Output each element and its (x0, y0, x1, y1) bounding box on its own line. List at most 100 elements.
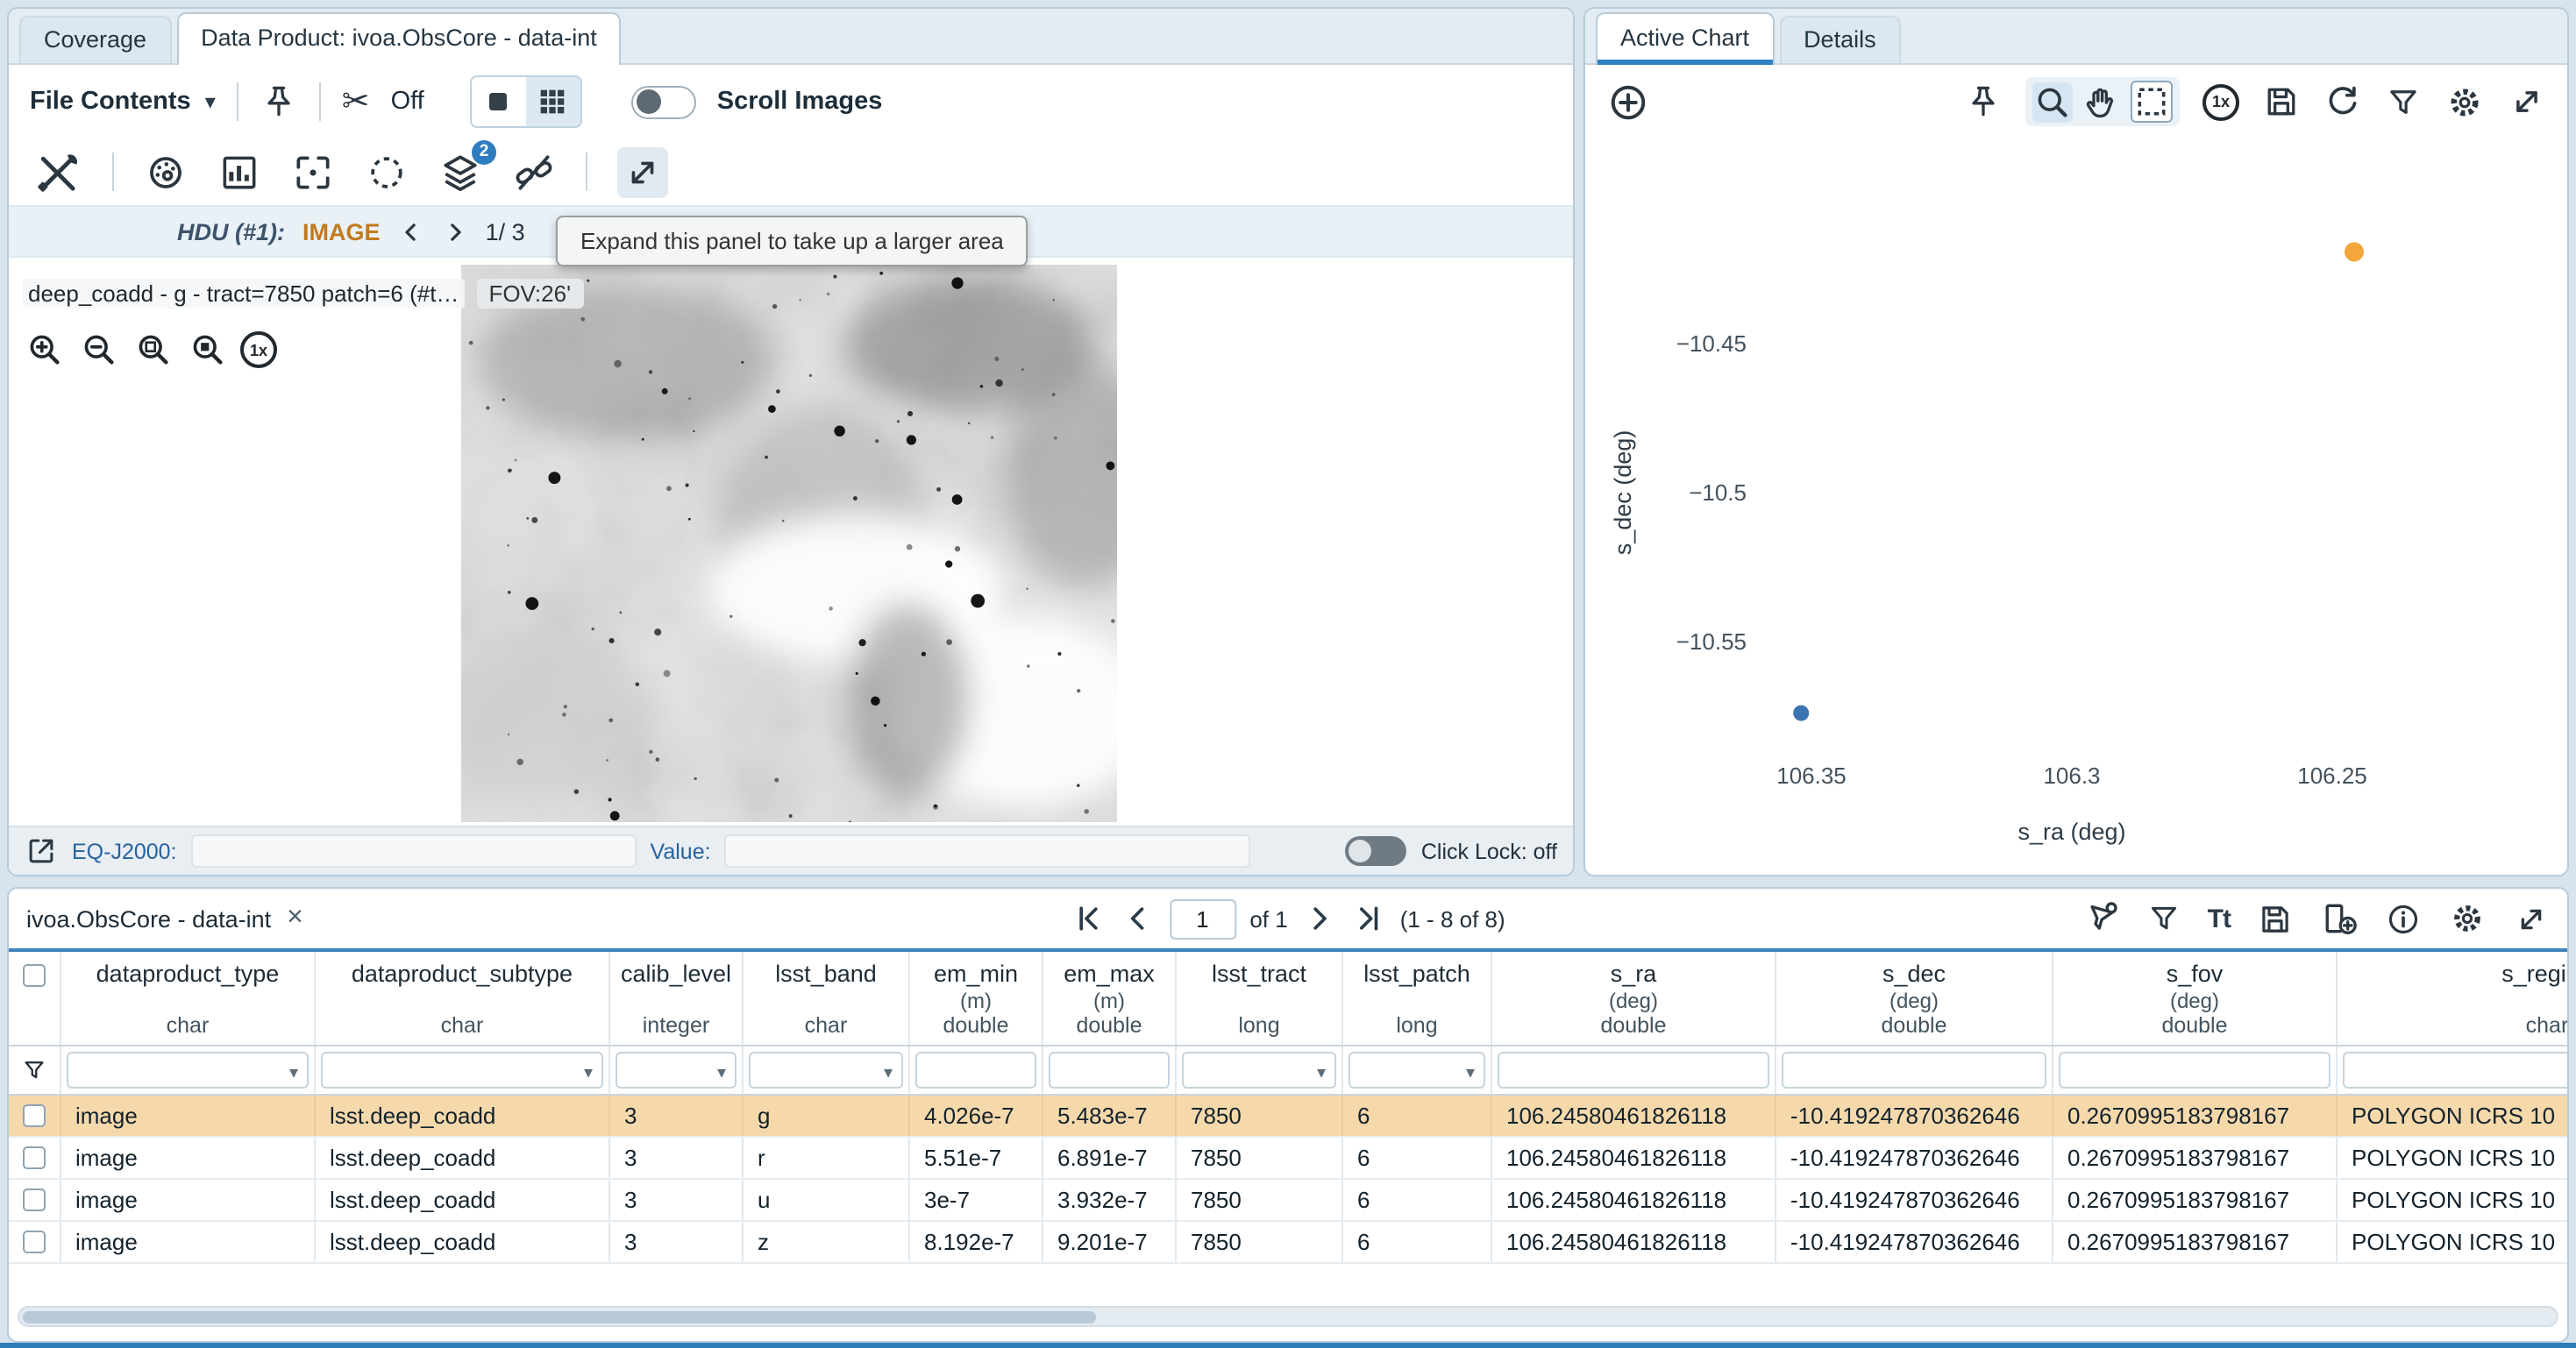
expand-panel-button[interactable] (617, 146, 668, 197)
last-page-button[interactable] (1351, 901, 1386, 936)
filter-input-s_region[interactable] (2343, 1052, 2567, 1089)
filter-input-s_ra[interactable] (1498, 1052, 1769, 1089)
cell-s_region[interactable]: POLYGON ICRS 10 (2338, 1096, 2567, 1136)
cell-dataproduct_subtype[interactable]: lsst.deep_coadd (316, 1222, 610, 1262)
column-header-s_region[interactable]: s_region char (2338, 952, 2567, 1045)
row-checkbox[interactable] (23, 1231, 46, 1253)
zoom-fit-button[interactable] (132, 328, 175, 372)
cell-lsst_tract[interactable]: 7850 (1177, 1138, 1343, 1178)
cell-dataproduct_type[interactable]: image (61, 1180, 316, 1220)
table-row[interactable]: imagelsst.deep_coadd3z8.192e-79.201e-778… (9, 1222, 2567, 1264)
cell-em_min[interactable]: 8.192e-7 (910, 1222, 1043, 1262)
filter-input-dataproduct_subtype[interactable] (321, 1052, 603, 1089)
zoom-reset-button[interactable]: 1x (240, 331, 277, 368)
cell-s_fov[interactable]: 0.2670995183798167 (2053, 1096, 2338, 1136)
pin-chart-button[interactable] (1964, 82, 2003, 121)
zoom-out-button[interactable] (77, 328, 121, 372)
cell-s_dec[interactable]: -10.419247870362646 (1776, 1138, 2053, 1178)
filter-input-lsst_patch[interactable] (1348, 1052, 1485, 1089)
cell-lsst_band[interactable]: r (744, 1138, 910, 1178)
cell-lsst_tract[interactable]: 7850 (1177, 1096, 1343, 1136)
cell-s_fov[interactable]: 0.2670995183798167 (2053, 1138, 2338, 1178)
zoom-in-button[interactable] (23, 328, 67, 372)
wcs-unlock-button[interactable] (512, 150, 556, 194)
chart-zoom-button[interactable] (2032, 82, 2073, 122)
cell-calib_level[interactable]: 3 (610, 1180, 744, 1220)
column-header-em_max[interactable]: em_max(m)double (1043, 952, 1177, 1045)
cell-lsst_patch[interactable]: 6 (1343, 1138, 1492, 1178)
cell-em_max[interactable]: 3.932e-7 (1043, 1180, 1177, 1220)
filter-input-lsst_tract[interactable] (1182, 1052, 1336, 1089)
cell-lsst_band[interactable]: z (744, 1222, 910, 1262)
table-settings-button[interactable] (2448, 899, 2487, 938)
chart-save-button[interactable] (2262, 82, 2301, 121)
cell-lsst_tract[interactable]: 7850 (1177, 1222, 1343, 1262)
row-checkbox[interactable] (23, 1146, 46, 1169)
fits-image[interactable] (461, 265, 1117, 822)
column-header-dataproduct_type[interactable]: dataproduct_type char (61, 952, 316, 1045)
scatter-chart[interactable]: 106.35106.3106.25−10.45−10.5−10.55s_ra (… (1585, 138, 2567, 875)
cell-lsst_band[interactable]: g (744, 1096, 910, 1136)
column-header-lsst_band[interactable]: lsst_band char (744, 952, 910, 1045)
first-page-button[interactable] (1071, 901, 1106, 936)
select-all-checkbox[interactable] (23, 964, 46, 987)
chart-pan-button[interactable] (2081, 82, 2122, 122)
cell-s_dec[interactable]: -10.419247870362646 (1776, 1222, 2053, 1262)
column-header-lsst_tract[interactable]: lsst_tract long (1177, 952, 1343, 1045)
tab-data-product[interactable]: Data Product: ivoa.ObsCore - data-int (176, 12, 622, 65)
cell-dataproduct_type[interactable]: image (61, 1138, 316, 1178)
column-header-lsst_patch[interactable]: lsst_patch long (1343, 952, 1492, 1045)
table-filter-button[interactable] (2146, 901, 2181, 936)
row-checkbox[interactable] (23, 1188, 46, 1211)
cell-em_max[interactable]: 5.483e-7 (1043, 1096, 1177, 1136)
chart-settings-button[interactable] (2444, 82, 2485, 122)
zoom-fill-button[interactable] (186, 328, 230, 372)
cell-lsst_band[interactable]: u (744, 1180, 910, 1220)
cell-s_ra[interactable]: 106.24580461826118 (1492, 1180, 1776, 1220)
filter-input-dataproduct_type[interactable] (67, 1052, 309, 1089)
cell-s_dec[interactable]: -10.419247870362646 (1776, 1180, 2053, 1220)
data-point[interactable] (1793, 706, 1809, 721)
chart-filter-button[interactable] (2385, 83, 2422, 120)
filter-input-em_min[interactable] (915, 1052, 1036, 1089)
chart-select-button[interactable] (2131, 81, 2173, 123)
next-page-button[interactable] (1302, 901, 1337, 936)
filter-advanced-button[interactable] (2081, 899, 2120, 938)
stretch-histogram-button[interactable] (217, 150, 261, 194)
cell-lsst_tract[interactable]: 7850 (1177, 1180, 1343, 1220)
cell-lsst_patch[interactable]: 6 (1343, 1222, 1492, 1262)
text-view-button[interactable]: Tt (2208, 904, 2231, 933)
table-tab[interactable]: ivoa.ObsCore - data-int × (26, 905, 303, 933)
expand-chart-button[interactable] (2508, 82, 2546, 121)
prev-page-button[interactable] (1120, 901, 1155, 936)
cell-s_fov[interactable]: 0.2670995183798167 (2053, 1180, 2338, 1220)
column-header-calib_level[interactable]: calib_level integer (610, 952, 744, 1045)
cell-calib_level[interactable]: 3 (610, 1138, 744, 1178)
cell-em_max[interactable]: 9.201e-7 (1043, 1222, 1177, 1262)
image-tools-button[interactable] (32, 146, 82, 197)
prev-hdu-button[interactable] (398, 218, 424, 245)
cell-s_fov[interactable]: 0.2670995183798167 (2053, 1222, 2338, 1262)
table-save-button[interactable] (2257, 900, 2294, 937)
cell-lsst_patch[interactable]: 6 (1343, 1096, 1492, 1136)
close-icon[interactable]: × (287, 905, 303, 933)
cell-s_ra[interactable]: 106.24580461826118 (1492, 1222, 1776, 1262)
cell-calib_level[interactable]: 3 (610, 1222, 744, 1262)
column-header-s_fov[interactable]: s_fov(deg)double (2053, 952, 2338, 1045)
data-point[interactable] (2345, 242, 2364, 261)
cell-em_max[interactable]: 6.891e-7 (1043, 1138, 1177, 1178)
file-contents-dropdown[interactable]: File Contents (30, 88, 216, 116)
scroll-images-toggle[interactable] (631, 85, 696, 118)
table-row[interactable]: imagelsst.deep_coadd3u3e-73.932e-7785061… (9, 1180, 2567, 1222)
filter-input-em_max[interactable] (1049, 1052, 1170, 1089)
cell-dataproduct_subtype[interactable]: lsst.deep_coadd (316, 1096, 610, 1136)
cell-s_ra[interactable]: 106.24580461826118 (1492, 1096, 1776, 1136)
cell-s_region[interactable]: POLYGON ICRS 10 (2338, 1180, 2567, 1220)
cell-em_min[interactable]: 4.026e-7 (910, 1096, 1043, 1136)
column-header-dataproduct_subtype[interactable]: dataproduct_subtype char (316, 952, 610, 1045)
tab-details[interactable]: Details (1779, 16, 1901, 63)
cell-dataproduct_subtype[interactable]: lsst.deep_coadd (316, 1180, 610, 1220)
cell-dataproduct_type[interactable]: image (61, 1096, 316, 1136)
single-view-button[interactable] (472, 77, 526, 126)
layers-button[interactable]: 2 (438, 150, 482, 194)
